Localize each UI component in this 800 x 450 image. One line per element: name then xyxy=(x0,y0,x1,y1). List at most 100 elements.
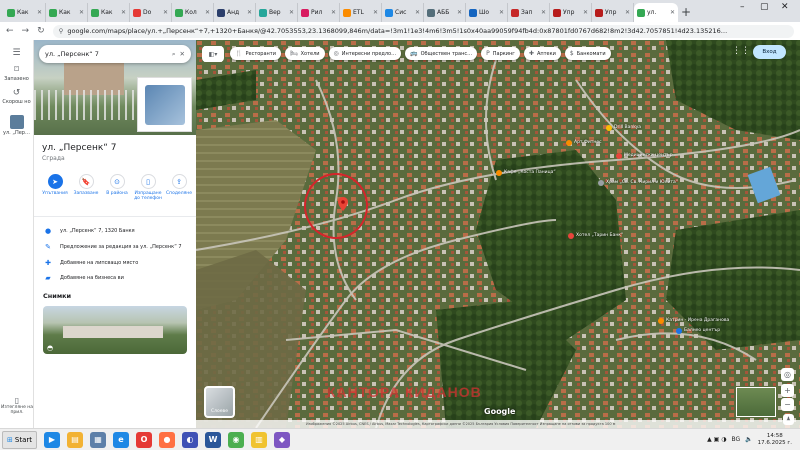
get-app-button[interactable]: ▯ Изтегляне на прил. xyxy=(0,396,34,415)
info-row[interactable]: ▰ Добавяне на бизнеса ви xyxy=(44,274,124,282)
forward-arrow-icon[interactable]: → xyxy=(22,26,30,36)
category-chip[interactable]: P Паркинг xyxy=(481,47,520,60)
my-location-icon[interactable]: ◎ xyxy=(781,368,794,381)
poi-label[interactable]: Хотел „Тарин Банк“ xyxy=(576,233,623,238)
tab-close-icon[interactable]: ✕ xyxy=(373,9,378,16)
tab-close-icon[interactable]: ✕ xyxy=(205,9,210,16)
poi-pin-icon[interactable] xyxy=(616,153,622,159)
poi-label[interactable]: Арт Фитнес xyxy=(574,140,602,145)
poi-label[interactable]: Drill Bankya xyxy=(614,125,641,130)
photos-gallery[interactable]: ◓ xyxy=(43,306,187,354)
action-button[interactable]: ⊙ В района xyxy=(102,174,132,201)
volume-icon[interactable]: 🔈 xyxy=(745,436,752,443)
browser-tab[interactable]: Зап ✕ xyxy=(508,3,550,22)
maximize-button[interactable]: ▢ xyxy=(760,2,769,12)
new-tab-button[interactable]: + xyxy=(678,3,694,22)
category-chip[interactable]: 🚌 Обществен транс… xyxy=(405,47,478,60)
browser-tab[interactable]: Вер ✕ xyxy=(256,3,298,22)
browser-tab[interactable]: Как ✕ xyxy=(4,3,46,22)
taskbar-app-icon[interactable]: ◐ xyxy=(181,431,198,448)
reload-icon[interactable]: ↻ xyxy=(37,26,45,36)
tab-close-icon[interactable]: ✕ xyxy=(457,9,462,16)
apps-grid-icon[interactable]: ⋮⋮ xyxy=(732,46,750,56)
action-button[interactable]: 🔖 Запазване xyxy=(71,174,101,201)
poi-pin-icon[interactable] xyxy=(598,180,604,186)
search-box[interactable]: ул. „Персенк“ 7 ⌕ ✕ xyxy=(39,45,191,63)
poi-pin-icon[interactable] xyxy=(566,140,572,146)
poi-label[interactable]: Балнео център xyxy=(684,328,720,333)
search-icon[interactable]: ⌕ xyxy=(172,50,176,59)
info-row[interactable]: ✎ Предложение за редакция за ул. „Персенк… xyxy=(44,243,182,251)
sign-in-button[interactable]: Вход xyxy=(753,45,786,59)
menu-button[interactable]: ☰ xyxy=(0,48,33,59)
clear-search-icon[interactable]: ✕ xyxy=(180,50,185,58)
taskbar-app-icon[interactable]: ▥ xyxy=(250,431,267,448)
action-button[interactable]: ▯ Изпращане до телефон xyxy=(133,174,163,201)
poi-pin-icon[interactable] xyxy=(568,233,574,239)
street-view-preview[interactable] xyxy=(736,387,776,417)
poi-pin-icon[interactable] xyxy=(658,318,664,324)
tab-close-icon[interactable]: ✕ xyxy=(415,9,420,16)
active-browser-tab[interactable]: ул. ✕ xyxy=(634,3,678,22)
browser-tab[interactable]: Упр ✕ xyxy=(550,3,592,22)
language-indicator[interactable]: BG xyxy=(731,436,740,443)
category-chip[interactable]: ◎ Интересни предло… xyxy=(328,47,402,60)
taskbar-app-icon[interactable]: ▶ xyxy=(43,431,60,448)
taskbar-app-icon[interactable]: ● xyxy=(158,431,175,448)
browser-tab[interactable]: Шо ✕ xyxy=(466,3,508,22)
recent-button[interactable]: ↺ Скорош но xyxy=(0,88,33,105)
close-window-button[interactable]: ✕ xyxy=(781,2,789,12)
category-chip[interactable]: $ Банкомати xyxy=(564,47,611,60)
action-button[interactable]: ➤ Упътвания xyxy=(40,174,70,201)
browser-tab[interactable]: Как ✕ xyxy=(46,3,88,22)
browser-tab[interactable]: Кол ✕ xyxy=(172,3,214,22)
browser-tab[interactable]: ETL ✕ xyxy=(340,3,382,22)
category-chip[interactable]: 🍴 Ресторанти xyxy=(230,47,281,60)
layers-button[interactable]: Слоеве xyxy=(204,386,235,418)
tab-close-icon[interactable]: ✕ xyxy=(331,9,336,16)
map-panel-toggle[interactable]: ◧▾ xyxy=(202,46,224,62)
satellite-map[interactable]: ◧▾ 🍴 Ресторанти 🛏 Хотели ◎ Интересни предло… 🚌… xyxy=(196,40,800,428)
tab-close-icon[interactable]: ✕ xyxy=(247,9,252,16)
browser-tab[interactable]: Do ✕ xyxy=(130,3,172,22)
start-button[interactable]: ⊞ Start xyxy=(2,430,37,449)
tab-close-icon[interactable]: ✕ xyxy=(121,9,126,16)
tab-close-icon[interactable]: ✕ xyxy=(499,9,504,16)
browser-tab[interactable]: Сис ✕ xyxy=(382,3,424,22)
poi-label[interactable]: Храм „Св. Св. Кирил и Юлита“ xyxy=(606,180,678,185)
poi-pin-icon[interactable] xyxy=(496,170,502,176)
taskbar-app-icon[interactable]: W xyxy=(204,431,221,448)
tab-close-icon[interactable]: ✕ xyxy=(625,9,630,16)
category-chip[interactable]: ✚ Аптеки xyxy=(523,47,561,60)
poi-label[interactable]: Медицински център xyxy=(624,153,673,158)
zoom-out-button[interactable]: − xyxy=(781,398,794,411)
tab-close-icon[interactable]: ✕ xyxy=(37,9,42,16)
tab-close-icon[interactable]: ✕ xyxy=(79,9,84,16)
location-pin-icon[interactable] xyxy=(338,197,348,211)
zoom-in-button[interactable]: + xyxy=(781,384,794,397)
tab-close-icon[interactable]: ✕ xyxy=(583,9,588,16)
clock[interactable]: 14:58 17.6.2025 г. xyxy=(758,433,792,447)
taskbar-app-icon[interactable]: ▤ xyxy=(66,431,83,448)
tray-icons[interactable]: ▲ ▣ ◑ xyxy=(707,436,726,443)
taskbar-app-icon[interactable]: ▦ xyxy=(89,431,106,448)
browser-tab[interactable]: АББ ✕ xyxy=(424,3,466,22)
tab-close-icon[interactable]: ✕ xyxy=(541,9,546,16)
category-chip[interactable]: 🛏 Хотели xyxy=(284,47,325,60)
tab-close-icon[interactable]: ✕ xyxy=(289,9,294,16)
taskbar-app-icon[interactable]: O xyxy=(135,431,152,448)
search-input[interactable]: ул. „Персенк“ 7 xyxy=(45,50,168,58)
browser-tab[interactable]: Рил ✕ xyxy=(298,3,340,22)
info-row[interactable]: ● ул. „Персенк“ 7, 1320 Банкя xyxy=(44,227,135,235)
browser-tab[interactable]: Анд ✕ xyxy=(214,3,256,22)
site-info-icon[interactable]: ⚲ xyxy=(59,27,64,35)
action-button[interactable]: ⇪ Споделяне xyxy=(164,174,194,201)
current-place-button[interactable]: ул. „Пер… xyxy=(0,115,33,136)
photo-thumbnail[interactable] xyxy=(137,77,192,132)
address-bar[interactable]: ⚲ google.com/maps/place/ул.+„Персенк“+7,… xyxy=(52,24,794,38)
browser-tab[interactable]: Упр ✕ xyxy=(592,3,634,22)
tab-close-icon[interactable]: ✕ xyxy=(163,9,168,16)
taskbar-app-icon[interactable]: ◆ xyxy=(273,431,290,448)
poi-label[interactable]: Кафе „Коста Паница“ xyxy=(504,170,556,175)
info-row[interactable]: ✚ Добавяне на липсващо място xyxy=(44,259,138,267)
